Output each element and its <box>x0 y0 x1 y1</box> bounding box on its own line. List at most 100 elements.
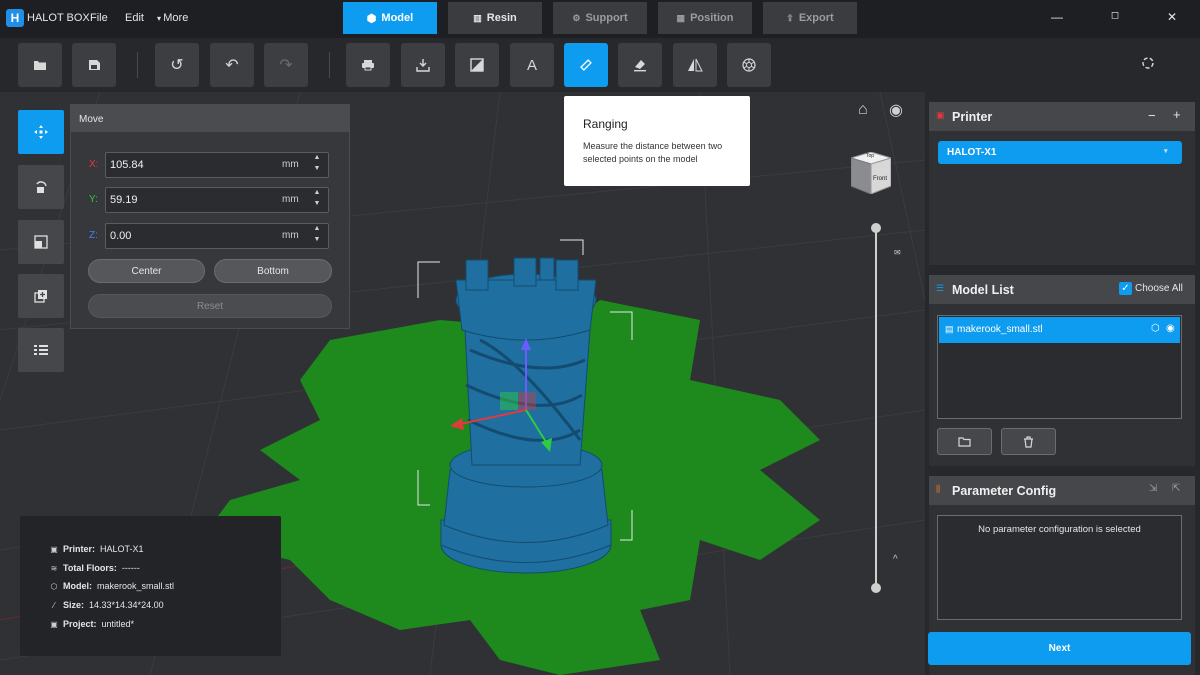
eraser-icon[interactable] <box>618 43 662 87</box>
reset-button[interactable]: Reset <box>88 294 332 318</box>
parameter-empty-text: No parameter configuration is selected <box>978 524 1141 535</box>
hexagon-icon[interactable] <box>727 43 771 87</box>
toolbar-divider <box>329 52 330 78</box>
center-button[interactable]: Center <box>88 259 205 283</box>
x-coordinate-row: X: mm ▲ ▼ <box>89 152 329 178</box>
info-size-label: Size: <box>63 600 85 610</box>
bottom-button[interactable]: Bottom <box>214 259 332 283</box>
info-printer-row: ▣ Printer: HALOT-X1 <box>50 542 144 556</box>
open-folder-icon[interactable] <box>18 43 62 87</box>
printer-header: ▣ Printer − + <box>929 102 1195 131</box>
tooltip-description: Measure the distance between two selecte… <box>583 141 723 164</box>
y-unit: mm <box>282 194 299 205</box>
view-cube-front-label: Front <box>873 176 888 182</box>
info-project-value: untitled* <box>101 619 135 629</box>
info-model-label: Model: <box>63 581 92 591</box>
history-icon[interactable]: ↺ <box>155 43 199 87</box>
open-folder-button[interactable] <box>937 428 992 455</box>
folder-icon <box>958 437 971 447</box>
scale-tool[interactable] <box>18 220 64 264</box>
save-icon[interactable] <box>72 43 116 87</box>
x-increment-icon[interactable]: ▲ <box>312 154 322 164</box>
choose-all-checkbox[interactable]: ✓ <box>1119 282 1132 295</box>
home-icon[interactable]: ⌂ <box>858 101 868 119</box>
z-coordinate-field[interactable]: mm ▲ ▼ <box>105 223 329 249</box>
info-printer-label: Printer: <box>63 544 96 554</box>
ruler-icon[interactable] <box>564 43 608 87</box>
ruler-icon: ⁄ <box>53 600 55 610</box>
y-decrement-icon[interactable]: ▼ <box>312 200 322 210</box>
delete-button[interactable] <box>1001 428 1056 455</box>
printer-title: Printer <box>952 110 993 124</box>
toolbar: ↺ ↶ ↷ A <box>0 38 1200 92</box>
step-position[interactable]: ▦ Position <box>658 2 752 34</box>
layer-top-icon[interactable]: ✉ <box>894 248 901 257</box>
step-support-label: Support <box>585 12 628 24</box>
list-item[interactable]: ▤ makerook_small.stl ⬡ ◉ <box>939 317 1180 343</box>
plane-handle[interactable] <box>500 392 518 410</box>
trash-icon <box>1024 435 1033 448</box>
y-coordinate-input[interactable] <box>110 192 270 208</box>
step-export[interactable]: ⇪ Export <box>763 2 857 34</box>
printer-icon: ▣ <box>50 544 58 554</box>
view-cube[interactable]: Top Front <box>849 151 893 195</box>
y-coordinate-field[interactable]: mm ▲ ▼ <box>105 187 329 213</box>
step-resin[interactable]: ▥ Resin <box>448 2 542 34</box>
collapse-icon[interactable]: − <box>1148 108 1156 123</box>
maximize-icon[interactable]: ◻ <box>1108 10 1122 26</box>
menu-file[interactable]: File <box>90 12 108 24</box>
printer-select[interactable]: HALOT-X1 ▾ <box>938 141 1182 164</box>
close-icon[interactable]: ✕ <box>1165 10 1179 26</box>
step-resin-label: Resin <box>486 12 517 24</box>
z-decrement-icon[interactable]: ▼ <box>312 236 322 246</box>
eye-icon[interactable]: ◉ <box>1166 323 1175 334</box>
rotate-tool[interactable] <box>18 165 64 209</box>
import-config-icon[interactable]: ⇲ <box>1149 483 1157 494</box>
duplicate-tool[interactable] <box>18 274 64 318</box>
x-coordinate-input[interactable] <box>110 157 270 173</box>
eye-icon[interactable]: ◉ <box>889 100 903 120</box>
view-cube-top-label: Top <box>866 153 875 159</box>
import-icon[interactable] <box>401 43 445 87</box>
layer-slider-top-handle[interactable] <box>871 223 881 233</box>
export-config-icon[interactable]: ⇱ <box>1172 483 1180 494</box>
plane-handle[interactable] <box>518 392 536 410</box>
info-project-row: ▣ Project: untitled* <box>50 617 134 631</box>
info-size-row: ⁄ Size: 14.33*14.34*24.00 <box>50 598 163 612</box>
hollow-icon[interactable] <box>455 43 499 87</box>
cube-icon[interactable]: ⬡ <box>1151 323 1160 334</box>
minimize-icon[interactable]: — <box>1050 10 1064 26</box>
move-tool[interactable] <box>18 110 64 154</box>
next-button[interactable]: Next <box>928 632 1191 665</box>
x-decrement-icon[interactable]: ▼ <box>312 165 322 175</box>
z-increment-icon[interactable]: ▲ <box>312 225 322 235</box>
mirror-icon[interactable] <box>673 43 717 87</box>
layer-up-icon[interactable]: ^ <box>893 554 898 565</box>
menu-more[interactable]: ▾ More <box>157 12 188 24</box>
print-icon[interactable] <box>346 43 390 87</box>
y-increment-icon[interactable]: ▲ <box>312 189 322 199</box>
target-icon[interactable] <box>1141 56 1155 70</box>
undo-icon[interactable]: ↶ <box>210 43 254 87</box>
z-coordinate-row: Z: mm ▲ ▼ <box>89 223 329 249</box>
parameter-icon: ⫼ <box>936 484 941 494</box>
menu-edit[interactable]: Edit <box>125 12 144 24</box>
step-support[interactable]: ⚙ Support <box>553 2 647 34</box>
add-icon[interactable]: + <box>1173 107 1181 122</box>
model-list-title: Model List <box>952 283 1014 297</box>
model-info-box: ▣ Printer: HALOT-X1 ≋ Total Floors: ----… <box>20 516 281 656</box>
redo-icon[interactable]: ↷ <box>264 43 308 87</box>
model-item-name: makerook_small.stl <box>957 324 1043 335</box>
x-coordinate-field[interactable]: mm ▲ ▼ <box>105 152 329 178</box>
choose-all-label[interactable]: Choose All <box>1135 283 1183 294</box>
layer-slider-bottom-handle[interactable] <box>871 583 881 593</box>
text-icon[interactable]: A <box>510 43 554 87</box>
step-position-label: Position <box>690 12 734 24</box>
list-icon: ☰ <box>936 283 945 293</box>
info-project-label: Project: <box>63 619 97 629</box>
z-coordinate-input[interactable] <box>110 228 270 244</box>
list-tool[interactable] <box>18 328 64 372</box>
step-model[interactable]: ⬢ Model <box>343 2 437 34</box>
info-printer-value: HALOT-X1 <box>100 544 144 554</box>
x-label: X: <box>89 159 99 170</box>
